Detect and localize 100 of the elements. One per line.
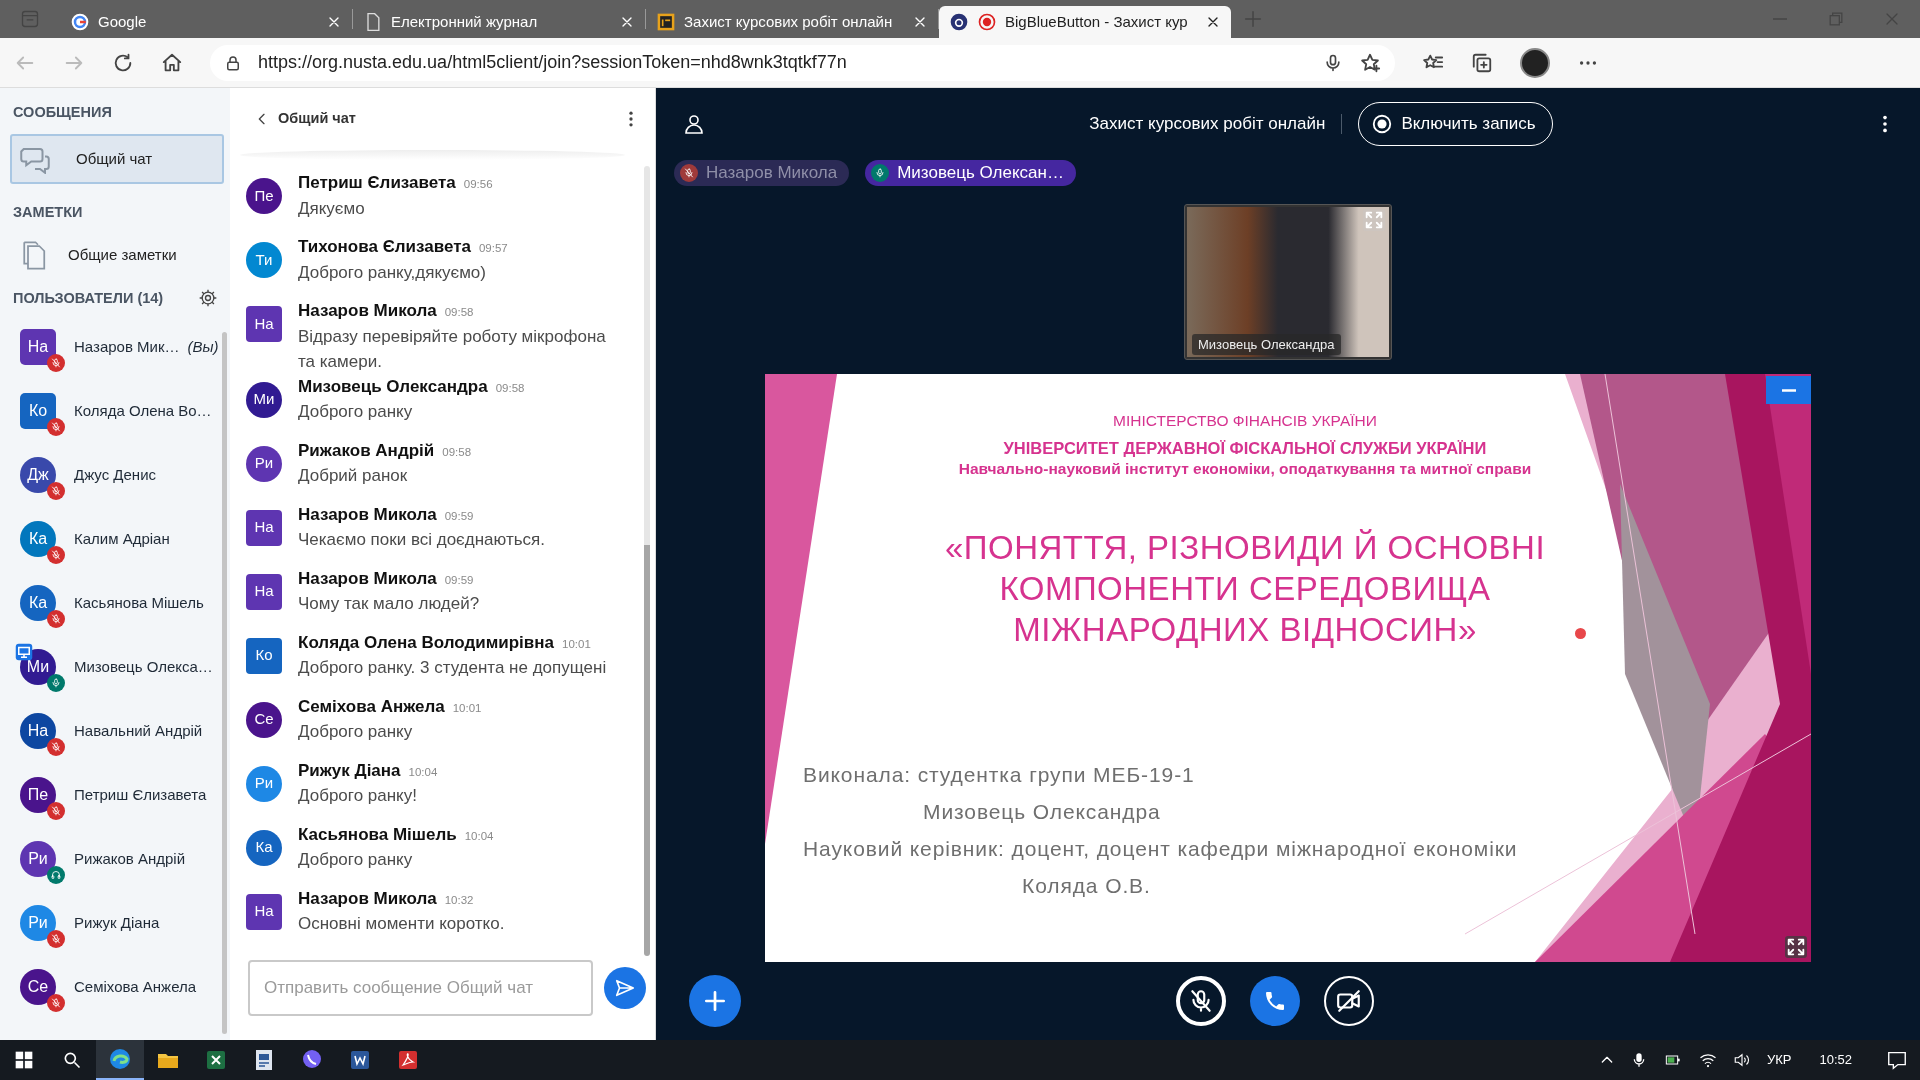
public-chat-item[interactable]: Общий чат [10, 133, 224, 184]
user-avatar: На [246, 573, 282, 610]
address-field[interactable]: https://org.nusta.edu.ua/html5client/join?sessionToken=nhd8wnk3tqtkf77n [210, 44, 1395, 81]
message-text: Чому так мало людей? [298, 593, 480, 615]
audio-button[interactable] [1250, 976, 1300, 1026]
user-name[interactable]: Мизовець Олекса… [74, 656, 213, 679]
taskbar-button[interactable] [96, 1040, 144, 1080]
user-avatar: Ти [246, 242, 282, 278]
user-name[interactable]: Навальний Андрій [74, 720, 203, 743]
user-name[interactable]: Калим Адріан [74, 528, 170, 551]
microphone-icon [871, 164, 890, 182]
muted-microphone-icon [680, 164, 698, 182]
talking-indicator[interactable]: Мизовець Олексан… [865, 160, 1076, 186]
message-time: 10:04 [464, 828, 494, 844]
user-avatar: Дж [20, 457, 56, 494]
scrollbar[interactable] [222, 332, 227, 1034]
user-name[interactable]: Семіхова Анжела [74, 976, 197, 999]
collections-icon[interactable] [1471, 51, 1493, 74]
slide-text: Виконала: студентка групи МЕБ-19-1 [803, 762, 1196, 788]
sender-name: Коляда Олена Володимирівна [298, 631, 555, 654]
user-icon[interactable] [682, 112, 706, 136]
settings-icon[interactable] [198, 288, 218, 309]
message-text: Основні моменти коротко. [298, 913, 505, 935]
pdf-reader-icon [396, 1048, 420, 1072]
sender-name: Петриш Єлизавета [298, 172, 456, 194]
browser-tab[interactable]: Захист курсових робіт онлайн [646, 6, 938, 38]
sender-name: Назаров Микола [298, 503, 437, 526]
user-name[interactable]: Коляда Олена Во… [74, 400, 212, 423]
chat-title: Общий чат [278, 109, 356, 129]
section-heading: ЗАМЕТКИ [12, 202, 84, 222]
user-avatar: Пе [246, 178, 282, 214]
participant-name: Мизовець Олександра [1192, 333, 1341, 355]
message-time: 10:01 [562, 636, 591, 652]
wifi-icon[interactable] [1698, 1051, 1717, 1069]
camera-button[interactable] [1324, 976, 1374, 1026]
message-text: Доброго ранку! [298, 785, 418, 807]
actions-button[interactable] [689, 975, 741, 1027]
browser-tab[interactable]: BigBlueButton - Захист кур [939, 6, 1231, 38]
message-time: 09:59 [444, 572, 474, 588]
user-avatar: Ко [246, 637, 282, 674]
user-name[interactable]: Рижаков Андрій [74, 848, 186, 871]
shared-notes-link[interactable]: Общие заметки [68, 244, 177, 267]
user-avatar: На [246, 509, 282, 546]
user-name[interactable]: Назаров Мик… [74, 336, 180, 359]
sender-name: Назаров Микола [298, 887, 437, 910]
minimize-presentation-button[interactable] [1766, 376, 1811, 404]
user-name[interactable]: Джус Денис [74, 464, 157, 487]
fullscreen-icon[interactable] [1785, 936, 1807, 958]
message-time: 09:58 [444, 305, 474, 320]
message-input[interactable]: Отправить сообщение Общий чат [248, 960, 593, 1016]
reload-icon[interactable] [112, 51, 134, 74]
message-time: 09:59 [444, 508, 474, 524]
sender-name: Касьянова Мішель [298, 823, 457, 846]
search-icon[interactable] [62, 1050, 82, 1070]
user-avatar: На [246, 306, 282, 342]
send-button[interactable] [604, 967, 646, 1009]
browser-tab[interactable]: Електронний журнал [353, 6, 645, 38]
scrollbar[interactable] [644, 166, 650, 956]
user-avatar: На [246, 893, 282, 930]
clock[interactable]: 10:52 [1819, 1050, 1852, 1070]
microphone-button[interactable] [1176, 976, 1226, 1026]
user-name[interactable]: Касьянова Мішель [74, 592, 204, 615]
slide-text: Науковий керівник: доцент, доцент кафедри міжнародної економіки [803, 836, 1519, 862]
volume-icon[interactable] [1732, 1051, 1751, 1069]
user-avatar: Ри [246, 445, 282, 482]
message-text: Доброго ранку,дякуємо) [298, 261, 487, 284]
user-name[interactable]: Петриш Єлизавета [74, 784, 207, 807]
user-avatar: Пе [20, 777, 56, 814]
message-text: Відразу перевіряйте роботу мікрофона та камери. [298, 325, 607, 373]
you-label: (Вы) [187, 337, 219, 357]
windows-start-icon[interactable] [14, 1050, 34, 1070]
user-avatar: Се [246, 701, 282, 738]
profile-avatar[interactable] [1520, 47, 1550, 78]
spreadsheet-icon [204, 1048, 228, 1072]
message-time: 10:01 [452, 700, 482, 716]
slide-heading: МІНІСТЕРСТВО ФІНАНСІВ УКРАЇНИ [1112, 411, 1378, 431]
lock-icon [224, 53, 242, 72]
tab-favicon-icon [949, 12, 969, 32]
message-text: Доброго ранку [298, 849, 414, 871]
message-text: Доброго ранку [298, 721, 414, 743]
talking-indicator[interactable]: Назаров Микола [674, 160, 850, 186]
message-time: 10:04 [408, 764, 438, 780]
user-name[interactable]: Рижук Діана [74, 912, 160, 935]
notifications-icon[interactable] [1886, 1049, 1908, 1071]
home-icon[interactable] [161, 51, 183, 74]
sender-name: Мизовець Олександра [298, 375, 488, 398]
record-icon [1371, 113, 1394, 135]
slide-title: «ПОНЯТТЯ, РІЗНОВИДИ Й ОСНОВНІ КОМПОНЕНТИ СЕРЕДОВИЩА МІЖНАРОДНИХ ВІДНОСИН» [944, 528, 1546, 650]
message-text: Дякуємо [298, 197, 366, 220]
language-indicator[interactable]: УКР [1766, 1050, 1792, 1070]
send-icon [614, 977, 636, 999]
meeting-title: Захист курсових робіт онлайн [1089, 113, 1326, 136]
user-avatar: Ка [20, 585, 56, 622]
pointer-dot [1575, 628, 1586, 639]
user-avatar: На [20, 329, 56, 366]
sender-name: Рижук Діана [298, 759, 401, 782]
add-favorite-icon[interactable] [1359, 51, 1381, 74]
browser-tab[interactable]: Google [60, 6, 352, 38]
message-time: 10:32 [444, 892, 474, 908]
message-text: Чекаємо поки всі доєднаються. [298, 529, 545, 551]
